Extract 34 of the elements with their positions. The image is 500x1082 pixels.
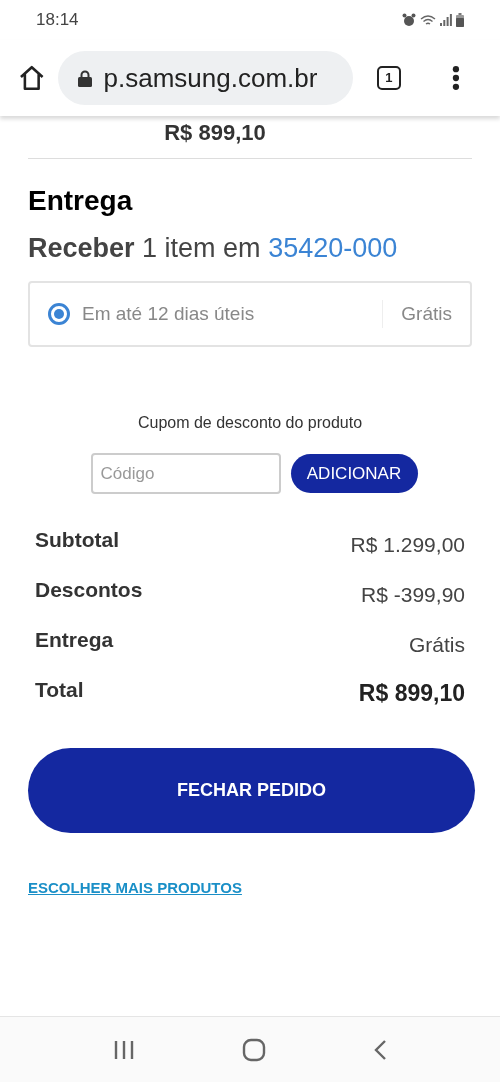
summary-value: R$ 899,10 [358, 678, 465, 708]
tab-count-button[interactable]: 1 [377, 66, 401, 90]
add-coupon-button[interactable]: ADICIONAR [290, 454, 418, 493]
delivery-summary: Receber 1 item em 35420-000 [28, 232, 399, 265]
summary-label: Descontos [35, 577, 143, 603]
signal-icon [440, 14, 452, 26]
url-text: p.samsung.com.br [103, 61, 318, 95]
option-label: Em até 12 dias úteis [82, 301, 256, 326]
price-text: R$ 899,10 [164, 120, 267, 147]
option-price: Grátis [401, 301, 452, 326]
coupon-field[interactable]: Código [90, 453, 281, 494]
address-bar[interactable]: p.samsung.com.br [57, 51, 354, 105]
summary-value: Grátis [409, 631, 465, 658]
more-products-link[interactable]: ESCOLHER MAIS PRODUTOS [28, 877, 242, 900]
checkout-button[interactable]: FECHAR PEDIDO [28, 748, 475, 833]
menu-icon[interactable] [452, 65, 461, 91]
summary-label: Entrega [35, 627, 114, 653]
coupon-label: Cupom de desconto do produto [136, 413, 364, 433]
clock: 18:14 [36, 9, 79, 32]
radio-button[interactable] [48, 303, 70, 325]
summary-value: R$ 1.299,00 [350, 531, 465, 558]
recent-apps-icon[interactable] [113, 1039, 136, 1060]
alarm-icon [402, 13, 416, 27]
section-title: Entrega [28, 185, 134, 217]
summary-label: Subtotal [35, 527, 119, 553]
battery-icon [456, 13, 464, 27]
home-icon[interactable] [18, 65, 46, 91]
wifi-icon [420, 13, 436, 27]
summary-label: Total [35, 677, 84, 703]
delivery-option[interactable]: Em até 12 dias úteis Grátis [28, 281, 472, 347]
back-icon[interactable] [372, 1038, 387, 1061]
lock-icon [77, 69, 92, 87]
home-button-icon[interactable] [242, 1037, 266, 1062]
summary-value: R$ -399,90 [361, 581, 465, 608]
